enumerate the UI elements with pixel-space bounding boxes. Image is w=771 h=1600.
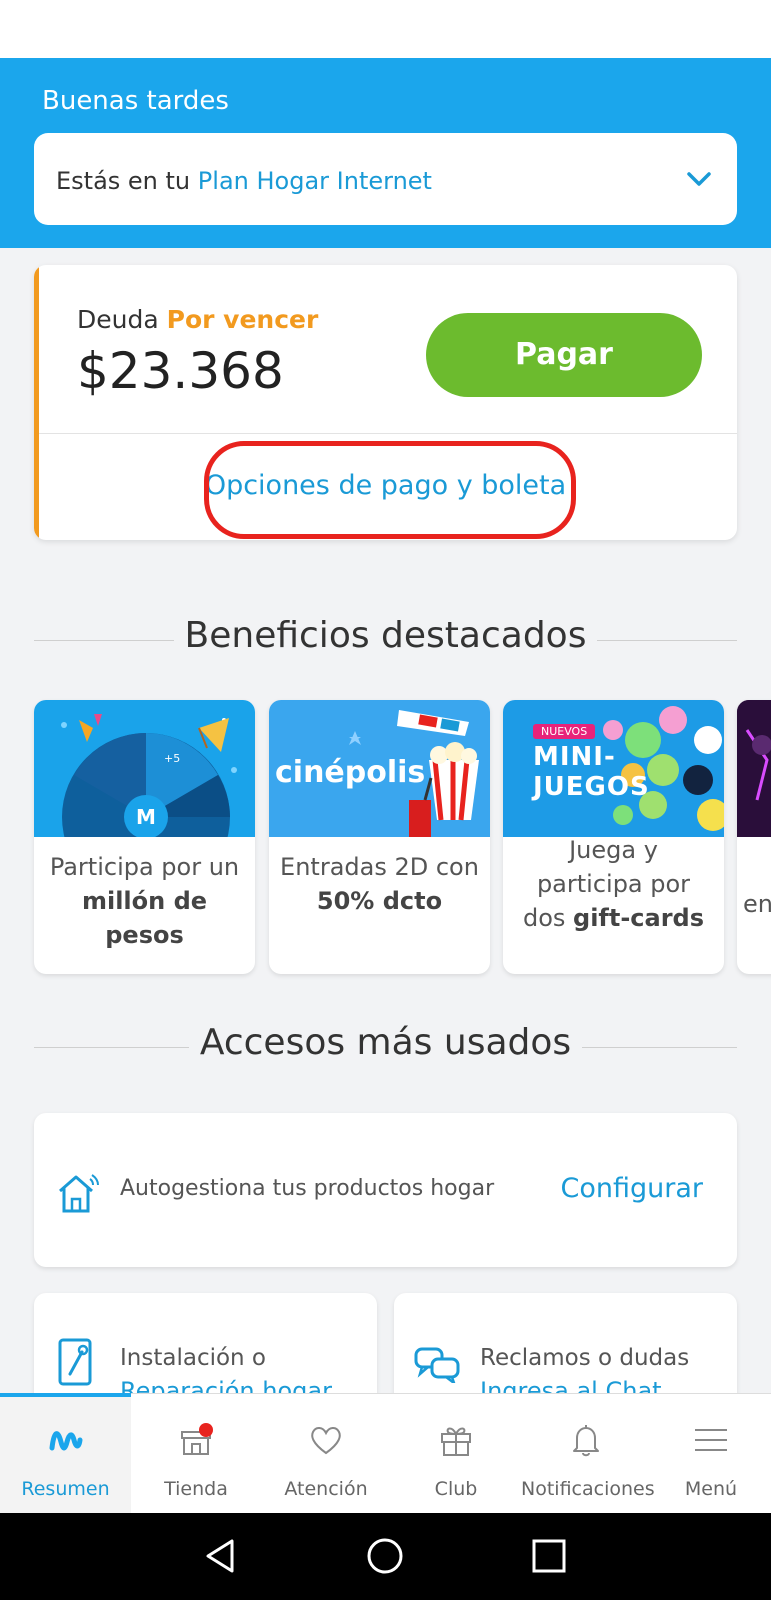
benefit-line: Juega y: [569, 836, 658, 864]
benefit-line: Participa por un: [49, 853, 240, 881]
recents-icon[interactable]: [528, 1535, 570, 1577]
benefit-card-partial[interactable]: en: [737, 700, 771, 974]
status-bar-area: [0, 0, 771, 58]
home-products-text: Autogestiona tus productos hogar: [120, 1176, 495, 1201]
movistar-m-icon: [49, 1431, 82, 1451]
highlight-annotation: [204, 441, 576, 539]
claims-title: Reclamos o dudas: [480, 1345, 690, 1371]
tab-notificaciones[interactable]: Notificaciones: [521, 1394, 655, 1514]
partial-text: en: [743, 890, 771, 918]
tab-tienda[interactable]: Tienda: [131, 1394, 261, 1514]
minijuegos-title: MINI- JUEGOS: [533, 742, 650, 802]
tab-atencion[interactable]: Atención: [261, 1394, 391, 1514]
tab-label: Notificaciones: [521, 1478, 655, 1500]
benefit-line: dos gift-cards: [509, 901, 718, 935]
repair-tool-icon: [58, 1338, 92, 1386]
system-navigation-bar: [0, 1513, 771, 1600]
debt-label-text: Deuda: [77, 305, 159, 334]
benefit-text: Entradas 2D con 50% dcto: [275, 850, 484, 918]
greeting-text: Buenas tardes: [42, 86, 229, 116]
accesses-title: Accesos más usados: [199, 1022, 572, 1063]
plan-name: Plan Hogar Internet: [197, 167, 432, 195]
debt-status: Por vencer: [166, 305, 319, 334]
home-icon[interactable]: [364, 1535, 406, 1577]
chat-bubbles-icon: [414, 1347, 460, 1383]
configure-link[interactable]: Configurar: [561, 1173, 704, 1204]
debt-label: Deuda Por vencer: [77, 305, 318, 334]
bell-icon: [573, 1425, 599, 1457]
debt-card: Deuda Por vencer $23.368 Pagar Opciones …: [34, 265, 737, 540]
benefit-text: Juega y participa por dos gift-cards: [509, 833, 718, 935]
svg-text:+5: +5: [164, 752, 180, 765]
tab-club[interactable]: Club: [391, 1394, 521, 1514]
tab-resumen[interactable]: Resumen: [0, 1393, 131, 1514]
chevron-down-icon[interactable]: [685, 165, 713, 193]
benefit-bold: 50% dcto: [316, 887, 443, 915]
tab-label: Tienda: [164, 1478, 228, 1500]
gift-icon: [441, 1427, 471, 1456]
heart-icon: [311, 1427, 341, 1455]
plan-selector-text: Estás en tu Plan Hogar Internet: [56, 167, 432, 195]
game-title-line: JUEGOS: [533, 772, 650, 802]
plan-prefix: Estás en tu: [56, 167, 191, 195]
smart-home-icon: [59, 1174, 99, 1213]
game-title-line: MINI-: [533, 742, 616, 772]
tab-menu[interactable]: Menú: [651, 1394, 771, 1514]
plan-selector[interactable]: Estás en tu Plan Hogar Internet: [34, 133, 737, 225]
benefit-card-cinepolis[interactable]: cinépolis Entradas 2D con 50% dcto: [269, 700, 490, 974]
new-badge: NUEVOS: [533, 724, 596, 739]
benefit-card-minijuegos[interactable]: NUEVOS MINI- JUEGOS Juega y participa po…: [503, 700, 724, 974]
debt-amount: $23.368: [77, 342, 284, 400]
benefits-title: Beneficios destacados: [184, 615, 587, 656]
store-icon: [181, 1423, 213, 1455]
back-icon[interactable]: [200, 1535, 242, 1577]
benefit-bold: millón de pesos: [81, 887, 208, 949]
tab-label: Resumen: [21, 1478, 110, 1500]
benefit-prefix: dos: [522, 904, 566, 932]
pay-button[interactable]: Pagar: [426, 313, 702, 397]
svg-text:M: M: [136, 805, 156, 829]
benefit-card-million[interactable]: M +5 Participa por un millón de pesos: [34, 700, 255, 974]
benefit-bold: gift-cards: [573, 904, 705, 932]
accesses-section-title: Accesos más usados: [34, 1022, 737, 1072]
tab-label: Menú: [684, 1478, 738, 1500]
tab-label: Atención: [284, 1478, 368, 1500]
divider: [39, 433, 737, 434]
bottom-tab-bar: Resumen Tienda Atención Club Notificacio…: [0, 1393, 771, 1514]
roulette-image: M +5: [34, 700, 255, 837]
benefit-text: Participa por un millón de pesos: [40, 850, 249, 952]
benefit-line: participa por: [536, 870, 691, 898]
benefits-section-title: Beneficios destacados: [34, 615, 737, 665]
cinepolis-logo: cinépolis: [275, 755, 426, 790]
benefit-line: Entradas 2D con: [280, 853, 479, 881]
partial-image: [737, 700, 771, 837]
hamburger-icon: [695, 1429, 727, 1451]
installation-title: Instalación o: [120, 1345, 267, 1371]
home-products-card[interactable]: Autogestiona tus productos hogar Configu…: [34, 1113, 737, 1267]
tab-label: Club: [434, 1478, 478, 1500]
header: Buenas tardes Estás en tu Plan Hogar Int…: [0, 58, 771, 248]
